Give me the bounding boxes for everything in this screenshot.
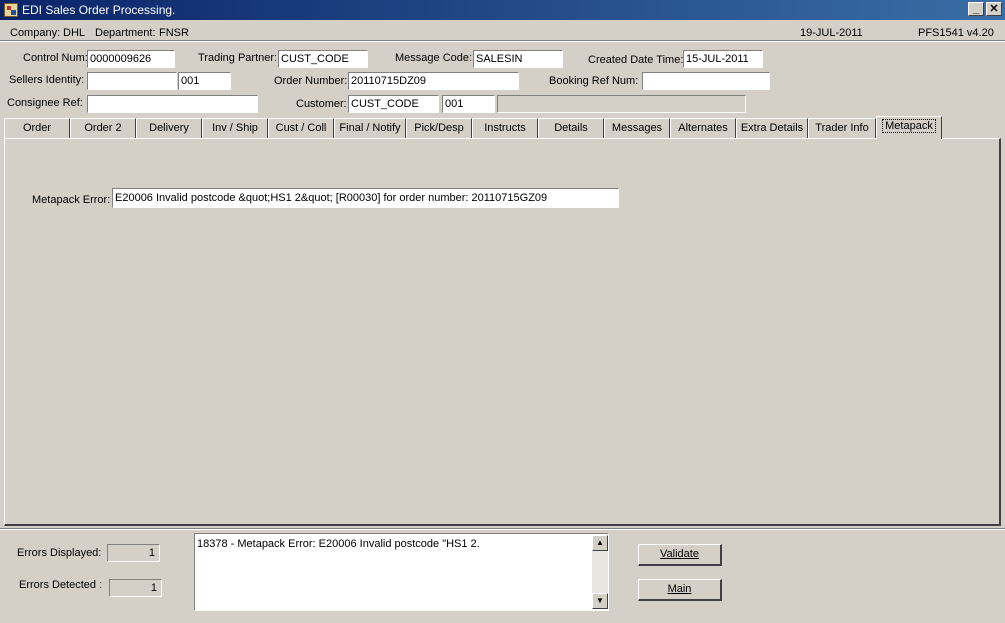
metapack-error-field[interactable]: E20006 Invalid postcode &quot;HS1 2&quot…: [112, 188, 619, 208]
current-date: 19-JUL-2011: [800, 27, 863, 39]
close-button[interactable]: ✕: [986, 2, 1002, 16]
control-num-label: Control Num:: [23, 52, 88, 64]
tab-label: Cust / Coll: [275, 122, 327, 134]
tab-label: Delivery: [149, 122, 189, 134]
errors-displayed-label: Errors Displayed:: [17, 547, 102, 559]
tab-pick-desp[interactable]: Pick/Desp: [406, 118, 472, 138]
message-scrollbar[interactable]: ▲ ▼: [592, 535, 608, 609]
tab-extra-details[interactable]: Extra Details: [736, 118, 808, 138]
customer-label: Customer:: [296, 98, 347, 110]
department-value: FNSR: [159, 27, 189, 39]
trading-partner-field[interactable]: CUST_CODE: [278, 50, 368, 68]
tab-label: Order 2: [84, 122, 122, 134]
tab-details[interactable]: Details: [538, 118, 604, 138]
tab-delivery[interactable]: Delivery: [136, 118, 202, 138]
footer-separator: [0, 528, 1005, 530]
scroll-down-icon[interactable]: ▼: [592, 593, 608, 609]
tab-alternates[interactable]: Alternates: [670, 118, 736, 138]
tab-label: Inv / Ship: [212, 122, 258, 134]
message-code-field[interactable]: SALESIN: [473, 50, 563, 68]
created-date-label: Created Date Time:: [588, 54, 684, 66]
tab-label: Metapack: [882, 119, 936, 133]
error-message-box[interactable]: 18378 - Metapack Error: E20006 Invalid p…: [194, 533, 609, 611]
info-separator: [0, 40, 1005, 42]
company-value: DHL: [63, 27, 86, 39]
tab-label: Messages: [611, 122, 663, 134]
tab-label: Pick/Desp: [414, 122, 464, 134]
minimize-button[interactable]: _: [968, 2, 984, 16]
window-title: EDI Sales Order Processing.: [22, 3, 176, 17]
sellers-identity-field[interactable]: [87, 72, 177, 90]
title-bar: EDI Sales Order Processing. _ ✕: [0, 0, 1005, 20]
validate-label: Validate: [660, 548, 699, 560]
department-label: Department:: [95, 27, 156, 39]
tab-label: Instructs: [484, 122, 526, 134]
metapack-error-label: Metapack Error:: [32, 194, 111, 206]
booking-ref-field[interactable]: [642, 72, 770, 90]
validate-button[interactable]: Validate: [638, 544, 722, 566]
tab-trader-info[interactable]: Trader Info: [808, 118, 876, 138]
tab-label: Alternates: [678, 122, 728, 134]
scroll-up-icon[interactable]: ▲: [592, 535, 608, 551]
tab-metapack[interactable]: Metapack: [876, 116, 942, 139]
tab-instructs[interactable]: Instructs: [472, 118, 538, 138]
message-code-label: Message Code:: [395, 52, 473, 64]
program-version: PFS1541 v4.20: [918, 27, 994, 39]
tab-order-2[interactable]: Order 2: [70, 118, 136, 138]
error-message-text: 18378 - Metapack Error: E20006 Invalid p…: [197, 538, 480, 550]
customer-code-field[interactable]: CUST_CODE: [348, 95, 439, 113]
main-label: Main: [667, 583, 692, 595]
tab-cust-coll[interactable]: Cust / Coll: [268, 118, 334, 138]
order-number-field[interactable]: 20110715DZ09: [348, 72, 519, 90]
errors-detected-field: 1: [109, 579, 162, 597]
company-label: Company:: [10, 27, 61, 39]
tab-label: Final / Notify: [339, 122, 401, 134]
consignee-ref-field[interactable]: [87, 95, 258, 113]
app-icon: [4, 3, 18, 17]
control-num-field[interactable]: 0000009626: [87, 50, 175, 68]
tab-messages[interactable]: Messages: [604, 118, 670, 138]
tab-label: Order: [22, 122, 52, 134]
order-number-label: Order Number:: [274, 75, 348, 87]
tab-label: Extra Details: [740, 122, 804, 134]
created-date-field[interactable]: 15-JUL-2011: [683, 50, 763, 68]
customer-name-field: [497, 95, 746, 113]
tab-label: Details: [554, 122, 588, 134]
customer-branch-field[interactable]: 001: [442, 95, 495, 113]
sellers-identity-label: Sellers Identity:: [9, 74, 85, 86]
consignee-ref-label: Consignee Ref:: [7, 97, 83, 109]
tab-order[interactable]: Order: [4, 118, 70, 138]
tab-final-notify[interactable]: Final / Notify: [334, 118, 406, 138]
trading-partner-label: Trading Partner:: [198, 52, 278, 64]
main-button[interactable]: Main: [638, 579, 722, 601]
tab-inv-ship[interactable]: Inv / Ship: [202, 118, 268, 138]
errors-detected-label: Errors Detected :: [19, 579, 103, 591]
booking-ref-label: Booking Ref Num:: [549, 75, 639, 87]
tab-label: Trader Info: [815, 122, 869, 134]
sellers-identity-suffix-field[interactable]: 001: [178, 72, 231, 90]
errors-displayed-field: 1: [107, 544, 160, 562]
